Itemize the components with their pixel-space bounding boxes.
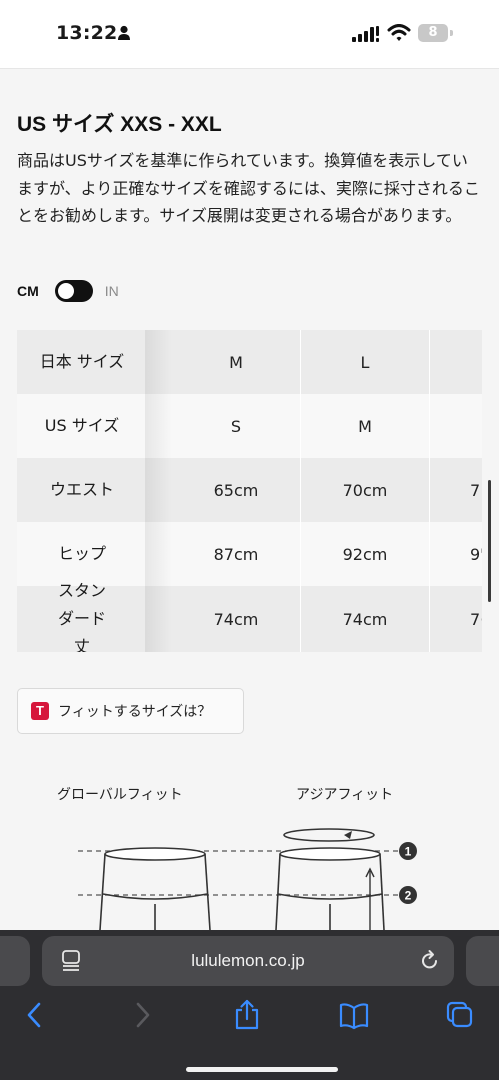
row-label: スタンダード丈 [57, 581, 106, 652]
wifi-icon [387, 24, 411, 41]
previous-tab[interactable] [0, 936, 30, 986]
unit-toggle-row: CM IN [17, 278, 119, 304]
table-scrollbar[interactable] [488, 480, 491, 602]
table-row-length: スタンダード丈 74cm 74cm 7· [17, 581, 482, 652]
global-fit-caption: グローバルフィット [57, 787, 183, 803]
bookmarks-icon[interactable] [338, 998, 370, 1032]
share-icon[interactable] [233, 998, 261, 1032]
table-row-jp-size: 日本 サイズ M L [17, 330, 482, 394]
asia-fit-caption: アジアフィット [296, 787, 394, 803]
table-cell: M [358, 416, 372, 436]
column-divider [300, 330, 301, 652]
fit-size-label: フィットするサイズは？ [58, 704, 212, 720]
page-content: US サイズ XXS - XXL 商品はUSサイズを基準に作られています。換算値… [0, 68, 499, 930]
unit-toggle[interactable] [54, 280, 93, 302]
battery-icon: 8 [418, 24, 448, 42]
fit-diagram: 1 2 [78, 828, 417, 930]
table-cell: 70cm [342, 480, 388, 500]
tabs-icon[interactable] [445, 998, 475, 1032]
marker-2: 2 [405, 889, 412, 903]
fit-badge-icon: T [31, 702, 49, 720]
page-title: US サイズ XXS - XXL [17, 113, 222, 136]
table-cell: 65cm [213, 480, 259, 500]
back-icon[interactable] [24, 998, 46, 1032]
toggle-knob [57, 283, 74, 299]
row-label: ウエスト [49, 480, 114, 499]
next-tab[interactable] [466, 936, 499, 986]
status-bar: 13:22 8 [0, 0, 499, 68]
marker-1: 1 [405, 845, 412, 859]
sticky-column-shadow [145, 330, 172, 652]
home-indicator [186, 1067, 338, 1072]
table-cell: 7· [470, 609, 482, 629]
table-cell: 74cm [213, 609, 259, 629]
unit-in-label: IN [104, 283, 119, 299]
row-label: 日本 サイズ [39, 352, 125, 371]
reload-icon[interactable] [419, 949, 441, 973]
asia-fit-shorts-icon [275, 828, 385, 930]
global-fit-shorts-icon [99, 847, 211, 930]
table-cell: 92cm [342, 544, 388, 564]
table-cell [430, 330, 482, 394]
column-divider [429, 330, 430, 652]
table-cell: 9' [470, 544, 482, 564]
size-table[interactable]: 日本 サイズ M L US サイズ S M ウエスト 65cm 70cm 7! … [17, 330, 482, 652]
table-cell: L [360, 352, 370, 372]
table-cell: 7! [470, 480, 482, 500]
battery-tip [450, 30, 453, 36]
address-bar[interactable]: lululemon.co.jp [42, 936, 454, 986]
table-row-waist: ウエスト 65cm 70cm 7! [17, 458, 482, 522]
url-text: lululemon.co.jp [191, 951, 305, 970]
row-label: US サイズ [44, 416, 120, 435]
table-cell: 74cm [342, 609, 388, 629]
table-cell: S [230, 416, 242, 436]
unit-cm-label: CM [17, 283, 39, 299]
status-time: 13:22 [56, 22, 118, 44]
person-icon [118, 25, 130, 40]
page-description: 商品はUSサイズを基準に作られています。換算値を表示していますが、より正確なサイ… [17, 151, 480, 225]
table-cell [430, 394, 482, 458]
table-row-us-size: US サイズ S M [17, 394, 482, 458]
signal-icon [352, 26, 379, 42]
forward-icon[interactable] [131, 998, 153, 1032]
fit-size-button[interactable]: T フィットするサイズは？ [17, 688, 244, 734]
table-cell: M [229, 352, 243, 372]
divider [0, 68, 499, 69]
table-cell: 87cm [213, 544, 259, 564]
browser-toolbar [0, 998, 499, 1038]
browser-chrome: lululemon.co.jp [0, 930, 499, 1080]
